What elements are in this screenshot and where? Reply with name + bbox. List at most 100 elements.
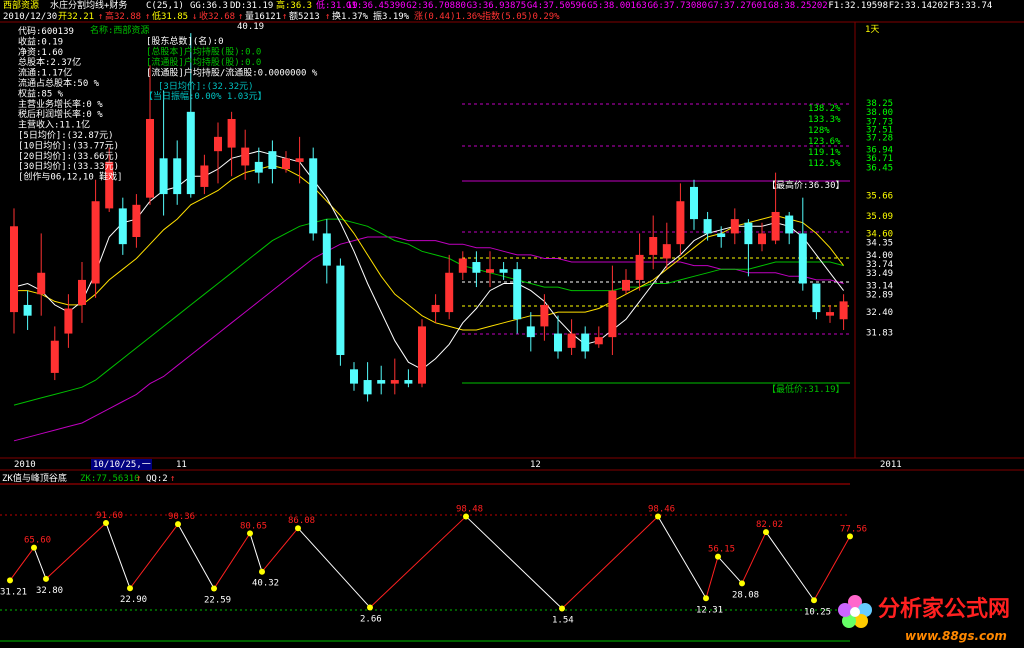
zk-point [811, 597, 817, 604]
zk-segment [765, 531, 815, 601]
candle-body [336, 265, 345, 356]
candle-body [295, 158, 304, 162]
zk-series: 31.21 65.60 32.80 91.60 22.90 90.36 22.59 80.65… [0, 504, 867, 625]
candle-body [676, 201, 685, 245]
candle-body [146, 118, 154, 198]
candle-body [526, 326, 535, 338]
g-level: G4:37.50596 [527, 1, 587, 11]
zk-label: 2.66 [360, 614, 382, 624]
qq-value: QQ:2 [146, 474, 168, 484]
candle-body [703, 219, 712, 234]
candle-body [78, 279, 86, 305]
high-arrow: ↑ [145, 12, 150, 22]
zk-label: 56.15 [708, 545, 735, 555]
zk-point [211, 585, 217, 592]
candle-body [322, 233, 331, 266]
change: 涨(0.44)1.36% [414, 11, 483, 22]
info-line: [创作与06,12,10 鞋戏] [18, 171, 123, 183]
candle-body [662, 244, 671, 259]
formula-name: 水庄分割均线+财务 [50, 0, 127, 11]
candle-body [64, 308, 73, 334]
chart-canvas: 31.21 65.60 32.80 91.60 22.90 90.36 22.59 80.65… [0, 0, 1024, 643]
top-price-label: 40.19 [237, 22, 264, 32]
zk-point [559, 605, 565, 612]
candle-body [309, 158, 318, 234]
g-level: F1:32.19598 [828, 1, 888, 11]
holder-line: [流通股]户均持股(股):0.0 [146, 56, 261, 68]
info-line: [30日均价]:(33.33元) [18, 160, 119, 172]
info-line: 主营业务增长率:0 % [18, 98, 103, 110]
zk-label: 98.48 [456, 504, 483, 514]
g-level: G5:38.00163 [587, 1, 647, 11]
right-scale-label: 32.40 [866, 308, 893, 318]
time-label-11: 11 [176, 460, 187, 470]
candlesticks [10, 33, 848, 402]
zk-segment [705, 556, 719, 599]
fib-labels: 138.2%133.3%128%123.6%119.1%112.5% [808, 104, 841, 169]
candle-body [214, 136, 222, 152]
g-level: G2:36.70880 [406, 1, 466, 11]
candle-body [458, 258, 467, 273]
zk-label: 65.60 [24, 536, 51, 546]
zk-point [43, 575, 49, 582]
candle-body [717, 233, 726, 237]
max-price-label: 【最高价:36.30】 [767, 179, 845, 191]
candle-body [404, 380, 413, 384]
right-scale-label: 38.00 [866, 108, 893, 118]
candle-body [390, 380, 399, 384]
zk-label: 90.36 [168, 512, 195, 522]
zk-segment [369, 516, 467, 608]
candle-body [649, 237, 658, 255]
low-price: 低31.85 [152, 10, 188, 22]
candle-body [23, 304, 32, 316]
g-level: F3:33.74 [949, 1, 992, 11]
candle-body [635, 254, 644, 280]
zk-label: 91.60 [96, 511, 123, 521]
volume: 量16121 [245, 11, 281, 22]
candle-body [554, 333, 562, 352]
fib-label: 128% [808, 126, 830, 136]
candle-body [826, 312, 834, 316]
g-levels: G1:36.45390 G2:36.70880 G3:36.93875 G4:37.5… [346, 1, 992, 11]
info-line: [10日均价]:(33.77元) [18, 139, 119, 151]
zk-segment [261, 527, 299, 573]
ma-white-line [13, 150, 844, 370]
candle-body [10, 226, 18, 313]
zk-segment [105, 522, 131, 589]
candle-body [540, 304, 549, 327]
g-level: G1:36.45390 [346, 1, 406, 11]
candle-body [431, 304, 440, 313]
zk-segment [9, 547, 35, 581]
candle-body [798, 233, 807, 284]
moving-averages [13, 150, 844, 442]
holder-line: [总股本]户均持股(股):0.0 [146, 46, 261, 58]
zk-label: 12.31 [696, 605, 723, 615]
zk-segment [297, 527, 371, 608]
gao-value: 高:36.3 [276, 0, 312, 11]
zk-label: 82.02 [756, 520, 783, 530]
open-arrow: ↑ [98, 12, 103, 22]
candle-body [513, 269, 522, 320]
zk-value: ZK:77.56310 [80, 474, 140, 484]
flower-icon [838, 595, 872, 628]
ma-yellow-line [14, 164, 844, 331]
zk-label: 31.21 [0, 587, 27, 597]
candle-body [173, 158, 182, 195]
zk-segment [249, 533, 263, 572]
zk-segment [561, 516, 659, 609]
zk-point [259, 568, 265, 575]
zk-label: 77.56 [840, 524, 867, 534]
candle-body [254, 161, 263, 173]
candle-body [91, 201, 100, 284]
zk-segment [657, 516, 707, 599]
info-line: 总股本:2.37亿 [18, 56, 81, 68]
right-scale-label: 36.45 [866, 163, 893, 173]
right-scale-label: 37.28 [866, 134, 893, 144]
logo-text: 分析家公式网 [878, 596, 1010, 622]
candle-body [567, 333, 576, 348]
info-line: 主营收入:11.1亿 [18, 119, 90, 131]
candle-body [445, 272, 454, 313]
candle-body [50, 340, 59, 373]
name-label: 名称:西部资源 [90, 24, 149, 36]
zk-label: 10.25 [804, 607, 831, 617]
